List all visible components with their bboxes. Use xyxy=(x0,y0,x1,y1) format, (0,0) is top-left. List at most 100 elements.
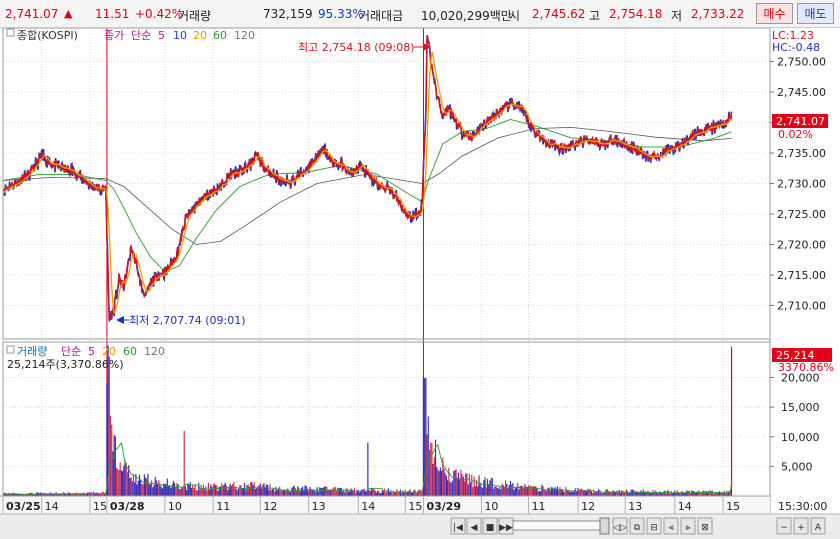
volume-bar xyxy=(552,487,554,496)
volume-bar xyxy=(322,487,324,496)
time-tick-label: 03/25 xyxy=(6,500,41,513)
volume-bar xyxy=(397,492,399,496)
bottom-toolbar xyxy=(0,514,840,539)
volume-bar xyxy=(490,477,492,496)
high-annotation-text: 최고 2,754.18 (09:08) xyxy=(298,41,415,54)
volume-legend-ma-type: 단순 xyxy=(61,345,81,358)
price-tick-label: 2,750.00 xyxy=(777,56,826,69)
volume-bar xyxy=(399,489,402,496)
volume-bar xyxy=(422,375,425,496)
volume-bar xyxy=(263,483,265,496)
volume-bar xyxy=(158,480,160,496)
volume-bar xyxy=(414,489,416,496)
time-tick-label: 15 xyxy=(408,500,422,513)
volume-bar xyxy=(237,488,240,496)
volume-bar xyxy=(240,485,242,496)
volume-bar xyxy=(182,488,184,496)
volume-bar xyxy=(152,487,154,496)
volume-bar xyxy=(369,491,371,496)
volume-bar xyxy=(433,457,435,496)
volume-bar xyxy=(495,485,497,496)
change-up-icon: ▲ xyxy=(64,7,73,20)
sell-button[interactable]: 매도 xyxy=(797,3,834,24)
volume-bar xyxy=(131,481,133,496)
volume-bar xyxy=(663,490,665,496)
volume-bar xyxy=(405,492,408,496)
volume-bar xyxy=(373,488,375,496)
volume-bar xyxy=(616,490,618,496)
volume-bar xyxy=(315,491,317,496)
volume-bar xyxy=(122,471,124,496)
volume-bar xyxy=(565,487,567,496)
volume-bar xyxy=(142,484,144,496)
volume-bar xyxy=(260,488,263,496)
scroll-track[interactable] xyxy=(512,520,606,531)
volume-bar xyxy=(465,473,467,496)
intraday-chart[interactable]: 종합(KOSPI) 종가 단순 5 10 20 60 120 최고 2,754.… xyxy=(0,28,840,539)
time-tick-label: 13 xyxy=(628,500,642,513)
volume-legend-ma20: 20 xyxy=(102,345,116,358)
volume-bar xyxy=(321,487,323,496)
volume-bar xyxy=(430,442,432,496)
time-tick-label: 03/28 xyxy=(110,500,145,513)
buy-button[interactable]: 매수 xyxy=(756,3,793,24)
volume-bar xyxy=(571,491,573,496)
volume-bar xyxy=(349,491,351,496)
time-tick-label: 14 xyxy=(361,500,375,513)
volume-bar xyxy=(193,488,195,496)
volume-bar xyxy=(554,487,556,496)
volume-bar xyxy=(425,377,427,496)
volume-bar xyxy=(245,489,247,496)
volume-ratio: 95.33% xyxy=(318,7,364,21)
volume-bar xyxy=(639,492,641,496)
volume-bar xyxy=(199,489,201,496)
volume-bar xyxy=(654,490,657,496)
volume-bar xyxy=(548,487,550,496)
volume-bar xyxy=(264,487,266,496)
volume-bar xyxy=(546,490,548,496)
volume-bar xyxy=(413,490,415,496)
scroll-thumb[interactable] xyxy=(599,517,610,535)
volume-bar xyxy=(605,489,607,496)
volume-bar xyxy=(728,491,730,496)
volume-bar xyxy=(205,486,207,496)
legend-close: 종가 xyxy=(104,29,124,42)
volume-bar xyxy=(187,483,189,496)
volume-bar xyxy=(390,490,392,496)
toolbar-button-icon: ◁▷ xyxy=(613,523,627,533)
amount-value: 10,020,299백만 xyxy=(421,9,512,23)
volume-bar xyxy=(518,489,520,496)
volume-bar xyxy=(374,490,376,496)
volume-bar xyxy=(250,482,252,496)
time-tick-label: 14 xyxy=(45,500,59,513)
low-value: 2,733.22 xyxy=(691,7,745,21)
volume-bar xyxy=(328,490,330,496)
volume-bar xyxy=(242,488,245,496)
volume-bar xyxy=(436,466,438,496)
volume-bar xyxy=(633,489,635,496)
volume-bar xyxy=(362,489,364,496)
volume-bar xyxy=(543,489,545,496)
volume-label: 거래량 xyxy=(178,9,212,23)
volume-bar xyxy=(500,489,502,496)
current-price-label: 2,741.07 xyxy=(776,115,825,128)
time-tick-label: 15 xyxy=(726,500,740,513)
current-price: 2,741.07 xyxy=(5,7,59,21)
volume-bar xyxy=(329,490,332,496)
volume-bar xyxy=(544,490,547,496)
price-tick-label: 2,710.00 xyxy=(777,299,826,312)
volume-bar xyxy=(688,490,690,496)
volume-bar xyxy=(473,476,475,496)
volume-bar xyxy=(664,490,666,496)
volume-bar xyxy=(253,482,255,496)
volume-bar xyxy=(201,488,203,496)
volume-bar xyxy=(147,473,149,496)
volume-bar xyxy=(496,487,498,496)
volume-bar xyxy=(494,486,496,496)
volume-bar xyxy=(357,489,359,496)
volume-bar xyxy=(143,474,145,496)
volume-bar xyxy=(178,488,180,496)
volume-bar xyxy=(289,491,292,496)
volume-bar xyxy=(447,480,449,496)
volume-bar xyxy=(542,486,544,496)
